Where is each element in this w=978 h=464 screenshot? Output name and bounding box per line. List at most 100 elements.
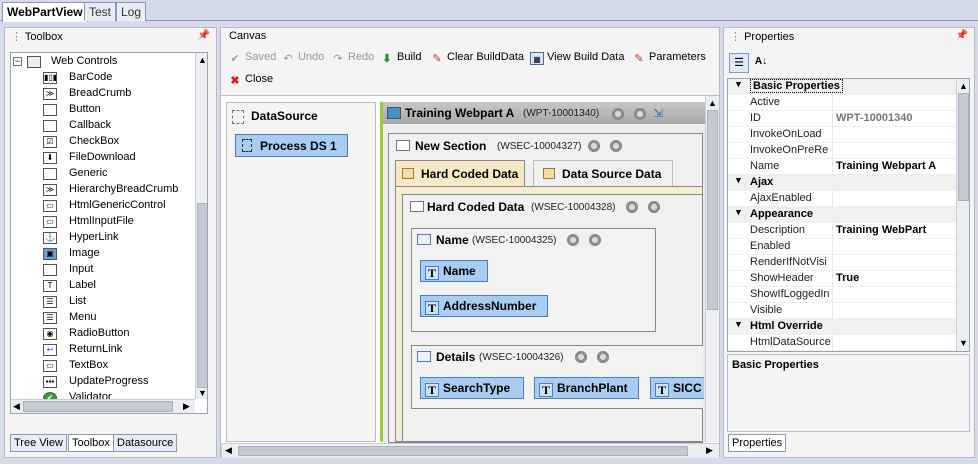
toolbox-item-label: Generic xyxy=(69,167,108,179)
process-ds-item[interactable]: Process DS 1 xyxy=(235,134,348,157)
details-section[interactable]: Details (WSEC-10004326) T SearchType T Bra… xyxy=(411,345,704,409)
property-value[interactable]: Training WebPart xyxy=(836,224,926,236)
collapse-icon[interactable]: − xyxy=(13,57,22,66)
property-row-active[interactable]: Active xyxy=(728,95,956,111)
property-row-id[interactable]: ID WPT-10001340 xyxy=(728,111,956,127)
tab-toolbox[interactable]: Toolbox xyxy=(68,434,114,452)
barcode-icon: ▮▯▮ xyxy=(43,72,57,84)
field-name[interactable]: T Name xyxy=(420,260,488,282)
canvas-horizontal-scrollbar[interactable]: ◀ ▶ xyxy=(221,443,719,458)
property-row-showifloggedin[interactable]: ShowIfLoggedIn xyxy=(728,287,956,303)
settings-gear-icon[interactable] xyxy=(625,200,639,214)
build-button[interactable]: ⬇ Build xyxy=(380,51,421,65)
toolbox-horizontal-scrollbar[interactable]: ◀ ▶ xyxy=(11,399,195,413)
field-addressnumber[interactable]: T AddressNumber xyxy=(420,295,548,317)
property-row-enabled[interactable]: Enabled xyxy=(728,239,956,255)
pin-icon[interactable]: 📌 xyxy=(956,30,968,41)
property-name: ID xyxy=(750,112,761,124)
property-row-ajaxenabled[interactable]: AjaxEnabled xyxy=(728,191,956,207)
property-row-description[interactable]: Description Training WebPart xyxy=(728,223,956,239)
eraser-icon: ✎ xyxy=(432,53,442,65)
category-basic[interactable]: ▲ Basic Properties xyxy=(728,79,956,95)
scroll-left-icon[interactable]: ◀ xyxy=(13,401,20,412)
collapse-icon[interactable]: ▲ xyxy=(734,176,743,186)
tab-log[interactable]: Log xyxy=(116,2,147,21)
field-branchplant[interactable]: T BranchPlant xyxy=(534,377,639,399)
property-row-showheader[interactable]: ShowHeader True xyxy=(728,271,956,287)
scroll-down-icon[interactable]: ▼ xyxy=(959,338,968,348)
field-searchtype[interactable]: T SearchType xyxy=(420,377,524,399)
scroll-thumb[interactable] xyxy=(197,203,207,388)
tab-data-source-data[interactable]: Data Source Data xyxy=(533,160,673,186)
view-build-data-button[interactable]: ▦ View Build Data xyxy=(530,51,624,65)
updateprogress-icon: ▪▪▪ xyxy=(43,376,57,388)
tab-properties[interactable]: Properties xyxy=(728,434,787,452)
settings-gear-icon[interactable] xyxy=(588,233,602,247)
toolbox-vertical-scrollbar[interactable]: ▲ ▼ xyxy=(195,53,207,399)
property-row-name[interactable]: Name Training Webpart A xyxy=(728,159,956,175)
undo-button[interactable]: ↶ Undo xyxy=(281,51,324,65)
tab-test[interactable]: Test xyxy=(84,2,117,21)
properties-vertical-scrollbar[interactable]: ▲ ▼ xyxy=(956,79,969,351)
redo-button[interactable]: ↷ Redo xyxy=(331,51,374,65)
scroll-left-icon[interactable]: ◀ xyxy=(225,445,232,456)
settings-gear-icon[interactable] xyxy=(611,107,625,121)
scroll-up-icon[interactable]: ▲ xyxy=(198,55,207,65)
property-row-renderifnotvisi[interactable]: RenderIfNotVisi xyxy=(728,255,956,271)
collapse-icon[interactable]: ▲ xyxy=(734,320,743,330)
close-button[interactable]: ✖ Close xyxy=(228,73,273,87)
property-row-invokeonprere[interactable]: InvokeOnPreRe xyxy=(728,143,956,159)
settings-gear-icon[interactable] xyxy=(574,350,588,364)
scroll-thumb[interactable] xyxy=(707,110,718,310)
scroll-up-icon[interactable]: ▲ xyxy=(708,98,717,108)
categorized-view-icon[interactable]: ☰ xyxy=(729,53,749,73)
canvas-vertical-scrollbar[interactable]: ▲ xyxy=(705,96,719,442)
export-icon[interactable]: ⇲ xyxy=(653,106,667,120)
field-sicc[interactable]: T SICC xyxy=(650,377,704,399)
tab-hard-coded-data[interactable]: Hard Coded Data xyxy=(395,160,525,186)
property-row-visible[interactable]: Visible xyxy=(728,303,956,319)
property-row-htmldatasource[interactable]: HtmlDataSource xyxy=(728,335,956,351)
settings-gear-icon[interactable] xyxy=(633,107,647,121)
redo-icon: ↷ xyxy=(333,53,343,65)
settings-gear-icon[interactable] xyxy=(587,139,601,153)
alphabetical-sort-icon[interactable]: A↓ xyxy=(751,53,771,73)
settings-gear-icon[interactable] xyxy=(647,200,661,214)
scroll-thumb-h[interactable] xyxy=(23,401,173,412)
settings-gear-icon[interactable] xyxy=(596,350,610,364)
tab-webpartview[interactable]: WebPartView xyxy=(2,2,88,22)
saved-button[interactable]: ✔ Saved xyxy=(228,51,276,65)
scroll-right-icon[interactable]: ▶ xyxy=(183,401,190,412)
scroll-thumb-h[interactable] xyxy=(238,446,688,456)
collapse-icon[interactable]: ▲ xyxy=(734,80,743,90)
property-name: HtmlDataSource xyxy=(750,336,830,348)
webpart-header[interactable]: Training Webpart A (WPT-10001340) ⇲ xyxy=(383,102,706,124)
tab-tree-view[interactable]: Tree View xyxy=(10,434,67,452)
clear-build-data-button[interactable]: ✎ Clear BuildData xyxy=(430,51,524,65)
property-value[interactable]: True xyxy=(836,272,859,284)
collapse-icon[interactable]: ▲ xyxy=(734,208,743,218)
property-value[interactable]: Training Webpart A xyxy=(836,160,936,172)
property-row-invokeonload[interactable]: InvokeOnLoad xyxy=(728,127,956,143)
callback-icon xyxy=(43,120,57,132)
image-icon: ▣ xyxy=(43,248,57,260)
parameters-button[interactable]: ✎ Parameters xyxy=(632,51,705,65)
settings-gear-icon[interactable] xyxy=(566,233,580,247)
category-html_override[interactable]: ▲ Html Override xyxy=(728,319,956,335)
undo-icon: ↶ xyxy=(283,53,293,65)
scroll-thumb[interactable] xyxy=(958,93,969,201)
tab-datasource[interactable]: Datasource xyxy=(113,434,178,452)
name-section[interactable]: Name (WSEC-10004325) T Name T AddressNumbe… xyxy=(411,228,656,332)
scroll-up-icon[interactable]: ▲ xyxy=(959,81,968,91)
pin-icon[interactable]: 📌 xyxy=(198,30,210,41)
category-appearance[interactable]: ▲ Appearance xyxy=(728,207,956,223)
property-value[interactable]: WPT-10001340 xyxy=(836,112,912,124)
category-ajax[interactable]: ▲ Ajax xyxy=(728,175,956,191)
scroll-right-icon[interactable]: ▶ xyxy=(706,445,713,456)
property-description-panel: Basic Properties xyxy=(727,354,970,432)
scroll-down-icon[interactable]: ▼ xyxy=(198,388,207,398)
text-field-icon: T xyxy=(539,383,553,397)
category-label: Html Override xyxy=(750,320,823,332)
property-name: RenderIfNotVisi xyxy=(750,256,827,268)
settings-gear-icon[interactable] xyxy=(609,139,623,153)
